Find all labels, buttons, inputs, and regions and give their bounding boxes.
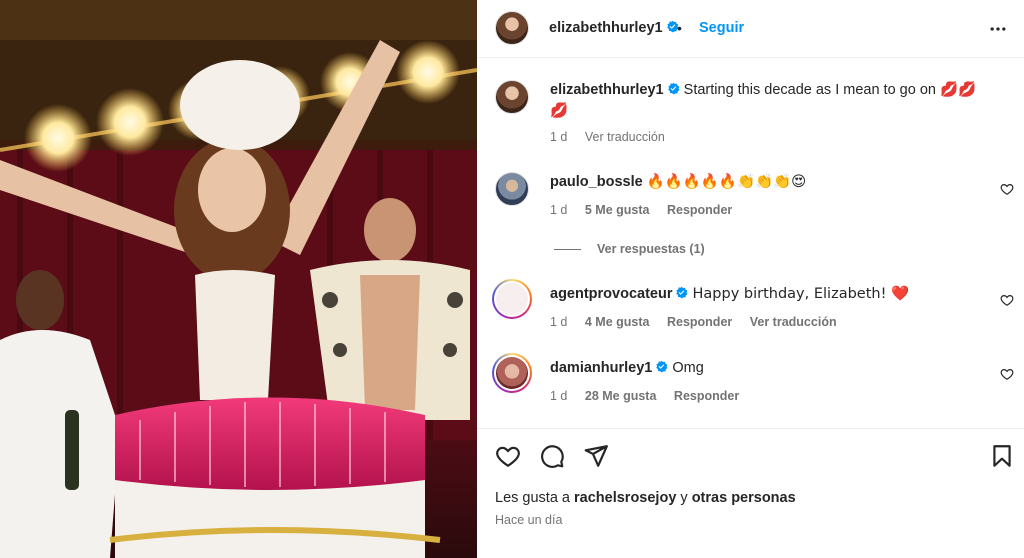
likes-others[interactable]: otras personas: [692, 490, 796, 506]
post-actions: Les gusta a rachelsrosejoy y otras perso…: [477, 428, 1024, 558]
author-username[interactable]: elizabethhurley1: [549, 20, 679, 36]
header-separator: •: [677, 20, 682, 36]
like-heart-icon[interactable]: [495, 443, 521, 469]
caption-avatar[interactable]: [495, 80, 529, 114]
comment-avatar[interactable]: [496, 283, 528, 315]
comment-body: 🔥🔥🔥🔥🔥👏👏👏😍: [646, 174, 807, 190]
story-ring[interactable]: [492, 353, 532, 393]
caption-time[interactable]: 1 d: [550, 130, 567, 144]
translate-link[interactable]: Ver traducción: [585, 130, 665, 144]
likes-conj: y: [680, 490, 688, 506]
like-comment-icon[interactable]: [1000, 293, 1014, 307]
caption-text: elizabethhurley1 Starting this decade as…: [550, 80, 980, 122]
comment-avatar[interactable]: [495, 172, 529, 206]
like-comment-icon[interactable]: [1000, 182, 1014, 196]
comment-avatar[interactable]: [496, 357, 528, 389]
likes-user[interactable]: rachelsrosejoy: [574, 490, 676, 506]
reply-button[interactable]: Responder: [667, 315, 732, 329]
replies-divider: [554, 249, 581, 251]
author-username-text[interactable]: elizabethhurley1: [549, 20, 663, 36]
reply-button[interactable]: Responder: [674, 389, 739, 403]
comment-text: agentprovocateur Happy birthday, Elizabe…: [550, 284, 980, 305]
comment-time[interactable]: 1 d: [550, 203, 567, 217]
follow-button[interactable]: Seguir: [699, 20, 744, 36]
save-bookmark-icon[interactable]: [989, 443, 1015, 469]
translate-link[interactable]: Ver traducción: [750, 315, 837, 329]
comment-text: damianhurley1 Omg: [550, 358, 980, 379]
likes-prefix: Les gusta a: [495, 490, 570, 506]
caption-body: Starting this decade as I mean to go on: [683, 82, 936, 98]
author-avatar[interactable]: [495, 11, 529, 45]
comment-meta: 1 d 28 Me gusta Responder: [550, 389, 753, 403]
post-timestamp[interactable]: Hace un día: [495, 513, 562, 527]
verified-icon: [656, 360, 668, 373]
comment-time[interactable]: 1 d: [550, 315, 567, 329]
comment-username[interactable]: agentprovocateur: [550, 286, 672, 302]
comment-username[interactable]: damianhurley1: [550, 360, 652, 376]
comment-text: paulo_bossle 🔥🔥🔥🔥🔥👏👏👏😍: [550, 172, 980, 193]
view-replies-label[interactable]: Ver respuestas (1): [597, 242, 705, 256]
story-ring[interactable]: [492, 279, 532, 319]
comment-meta: 1 d 4 Me gusta Responder Ver traducción: [550, 315, 851, 329]
post-panel: elizabethhurley1 • Seguir elizabethhurle…: [477, 0, 1024, 558]
verified-icon: [676, 286, 688, 299]
post-photo: [0, 0, 477, 558]
comment-time[interactable]: 1 d: [550, 389, 567, 403]
verified-icon: [667, 82, 680, 95]
comment-meta: 1 d 5 Me gusta Responder: [550, 203, 746, 217]
caption-meta: 1 d Ver traducción: [550, 130, 679, 144]
comment-likes[interactable]: 28 Me gusta: [585, 389, 657, 403]
likes-summary: Les gusta a rachelsrosejoy y otras perso…: [495, 490, 796, 506]
comment-likes[interactable]: 4 Me gusta: [585, 315, 650, 329]
comment-bubble-icon[interactable]: [539, 443, 565, 469]
caption-username[interactable]: elizabethhurley1: [550, 82, 664, 98]
comment-body: Happy birthday, Elizabeth! ❤️: [692, 286, 910, 302]
more-options-icon[interactable]: [988, 19, 1008, 39]
comment-likes[interactable]: 5 Me gusta: [585, 203, 650, 217]
share-send-icon[interactable]: [583, 443, 609, 469]
comment-body: Omg: [672, 360, 704, 376]
photo-illustration: [0, 0, 477, 558]
like-comment-icon[interactable]: [1000, 367, 1014, 381]
comment-username[interactable]: paulo_bossle: [550, 174, 643, 190]
reply-button[interactable]: Responder: [667, 203, 732, 217]
view-replies-button[interactable]: Ver respuestas (1): [554, 242, 705, 256]
post-header: elizabethhurley1 • Seguir: [477, 0, 1024, 58]
